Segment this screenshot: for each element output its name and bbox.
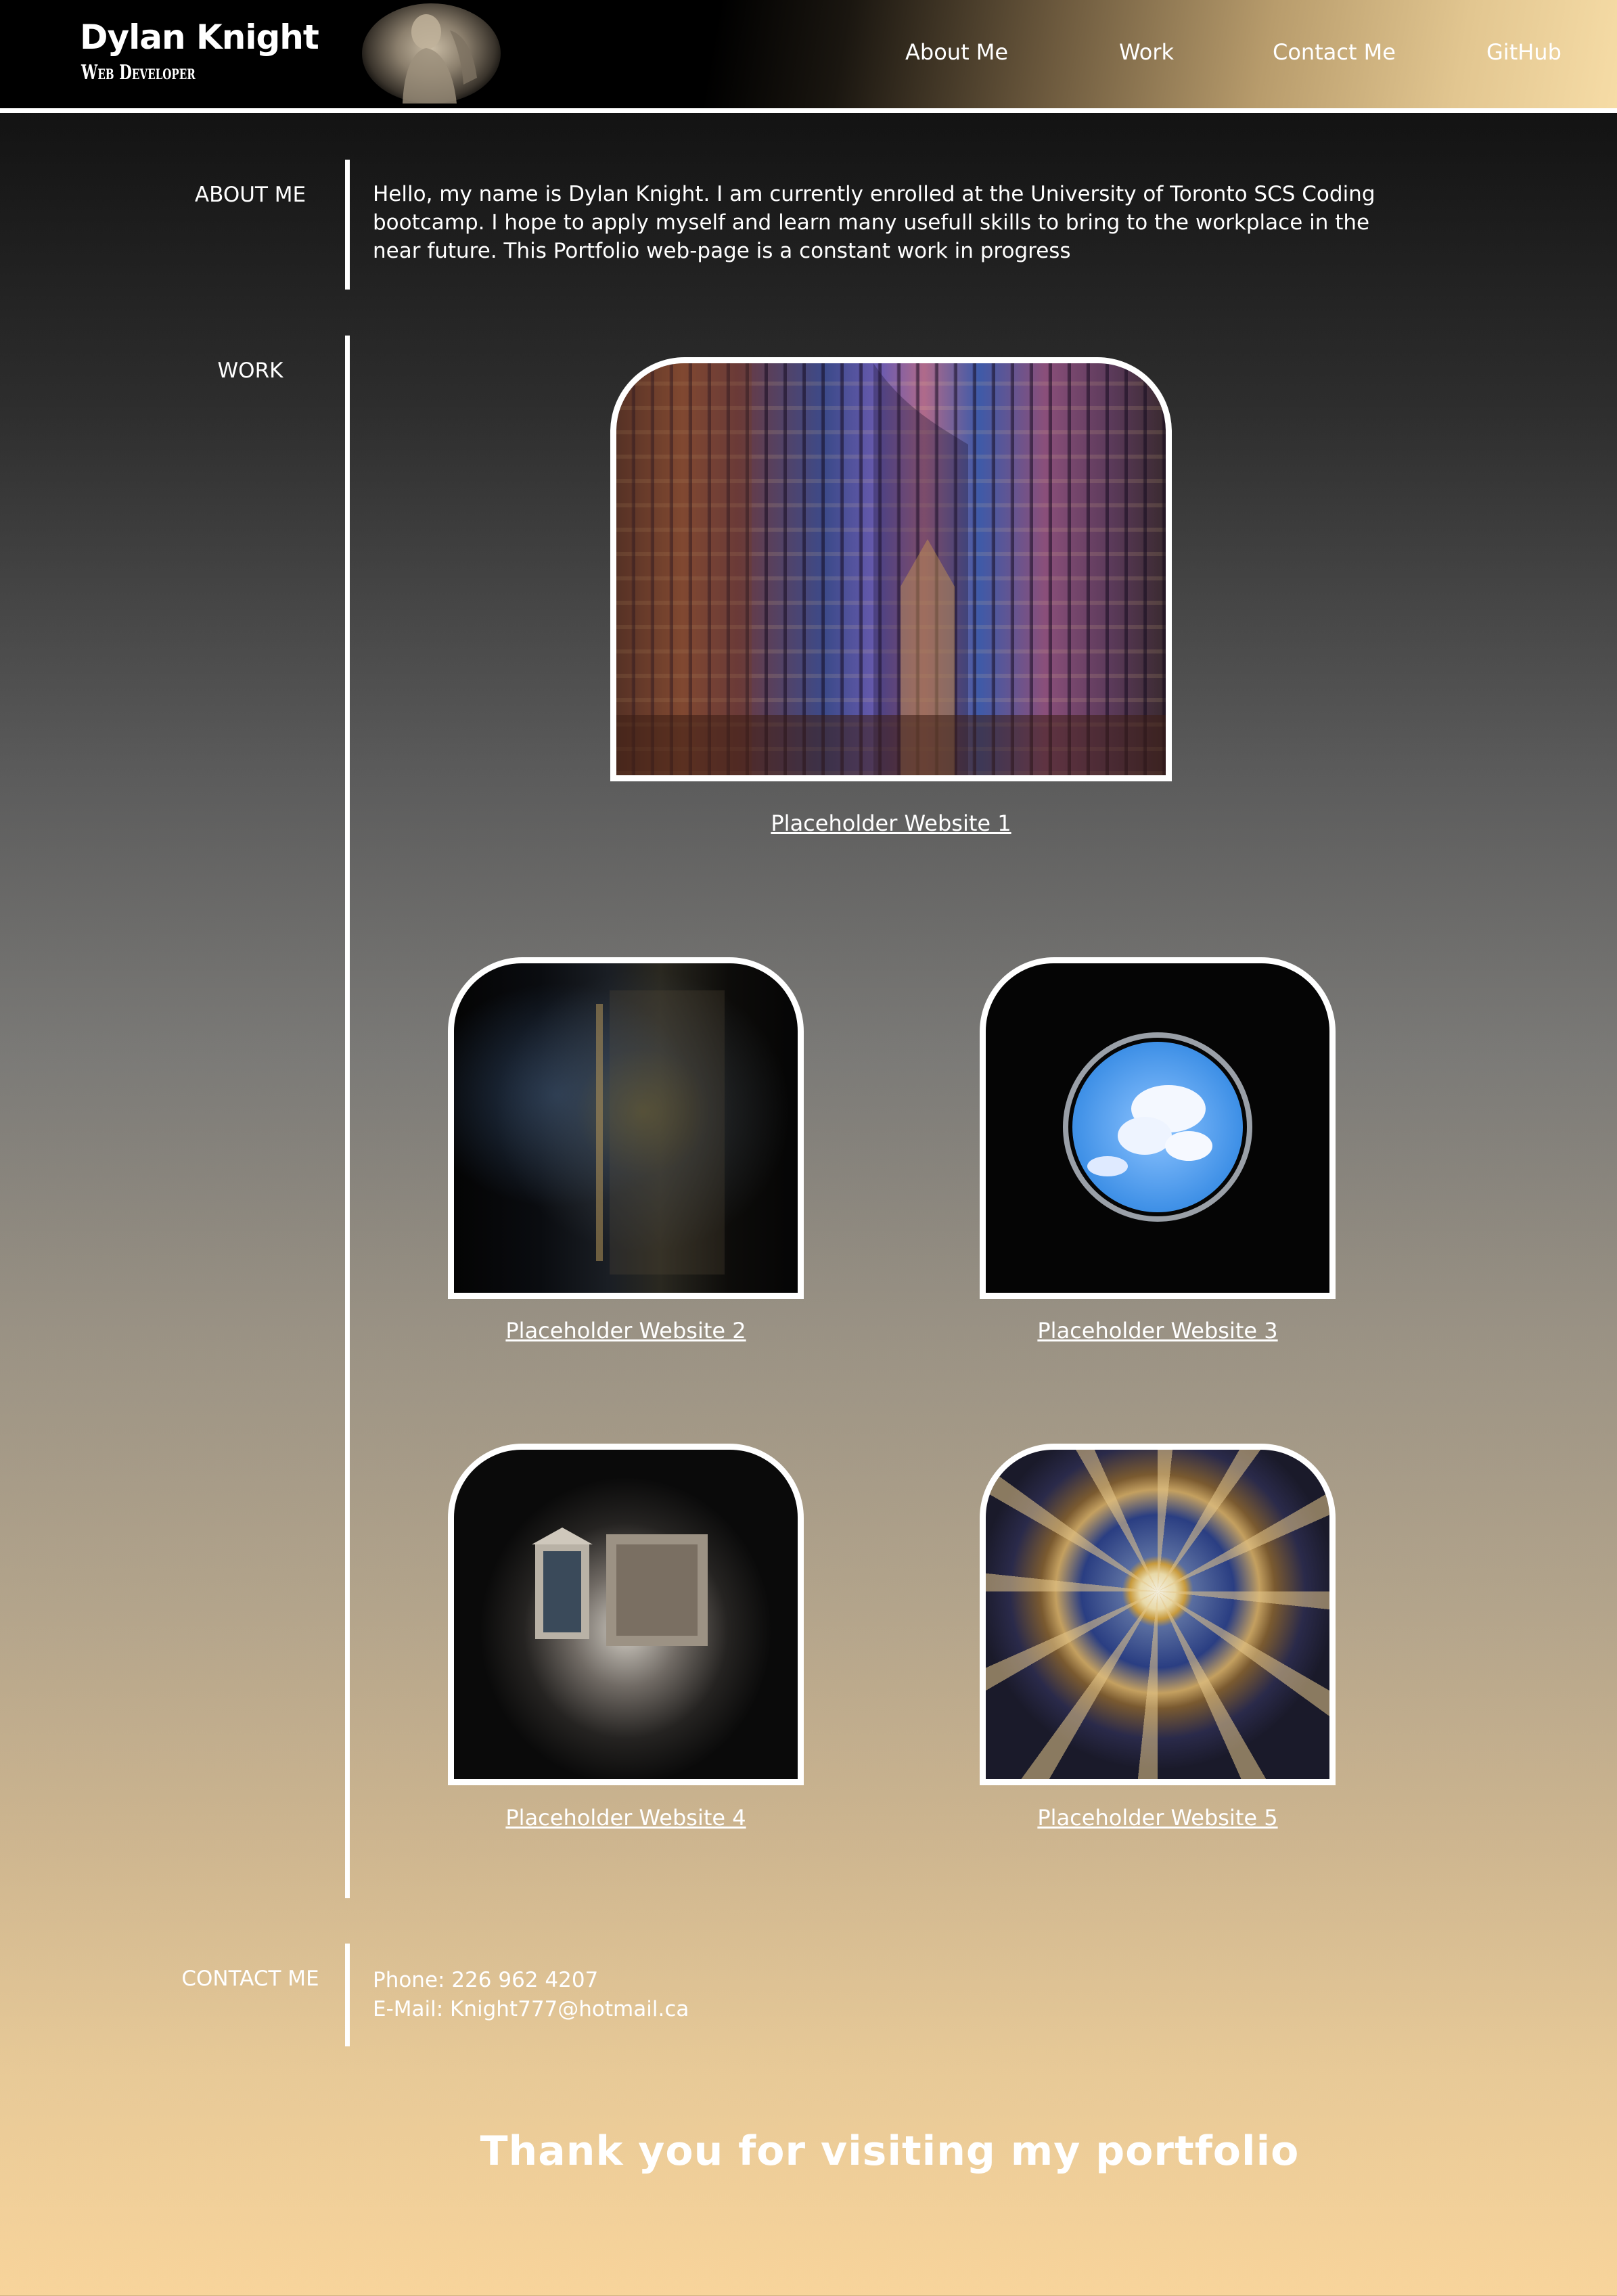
contact-details: Phone: 226 962 4207 E-Mail: Knight777@ho…: [373, 1966, 689, 2024]
contact-section-label: CONTACT ME: [181, 1967, 319, 1991]
brand-name: Dylan Knight: [80, 18, 319, 57]
project-link-2[interactable]: Placeholder Website 2: [423, 1318, 829, 1344]
project-link-5[interactable]: Placeholder Website 5: [955, 1805, 1361, 1831]
brand-subtitle: Web Developer: [81, 61, 196, 85]
dome-ribs: [986, 1450, 1329, 1779]
about-divider: [345, 160, 350, 290]
statue-logo-image: [362, 3, 501, 104]
project-link-3[interactable]: Placeholder Website 3: [955, 1318, 1361, 1344]
project-link-1[interactable]: Placeholder Website 1: [688, 810, 1094, 836]
project-card-4[interactable]: [448, 1444, 804, 1785]
dark-door-image: [454, 963, 798, 1293]
about-section-label: ABOUT ME: [194, 183, 306, 207]
work-section-label: WORK: [217, 359, 283, 383]
nav-about-me[interactable]: About Me: [905, 39, 1008, 65]
contact-email[interactable]: E-Mail: Knight777@hotmail.ca: [373, 1995, 689, 2024]
thank-you-message: Thank you for visiting my portfolio: [480, 2128, 1300, 2175]
project-card-5[interactable]: [980, 1444, 1336, 1785]
cathedral-stained-glass-image: [616, 363, 1166, 775]
painted-dome-image: [986, 1450, 1329, 1779]
contact-divider: [345, 1944, 350, 2046]
contact-phone: Phone: 226 962 4207: [373, 1968, 599, 1992]
nav-github[interactable]: GitHub: [1486, 39, 1562, 65]
sky-oculus-image: [986, 963, 1329, 1293]
project-card-2[interactable]: [448, 957, 804, 1299]
site-header: Dylan Knight Web Developer About Me Work…: [0, 0, 1617, 113]
nav-work[interactable]: Work: [1119, 39, 1174, 65]
about-text: Hello, my name is Dylan Knight. I am cur…: [373, 182, 1375, 263]
project-link-4[interactable]: Placeholder Website 4: [423, 1805, 829, 1831]
work-divider: [345, 336, 350, 1898]
pantheon-window-image: [454, 1450, 798, 1779]
project-card-1[interactable]: [610, 357, 1172, 781]
nav-contact-me[interactable]: Contact Me: [1273, 39, 1396, 65]
project-card-3[interactable]: [980, 957, 1336, 1299]
